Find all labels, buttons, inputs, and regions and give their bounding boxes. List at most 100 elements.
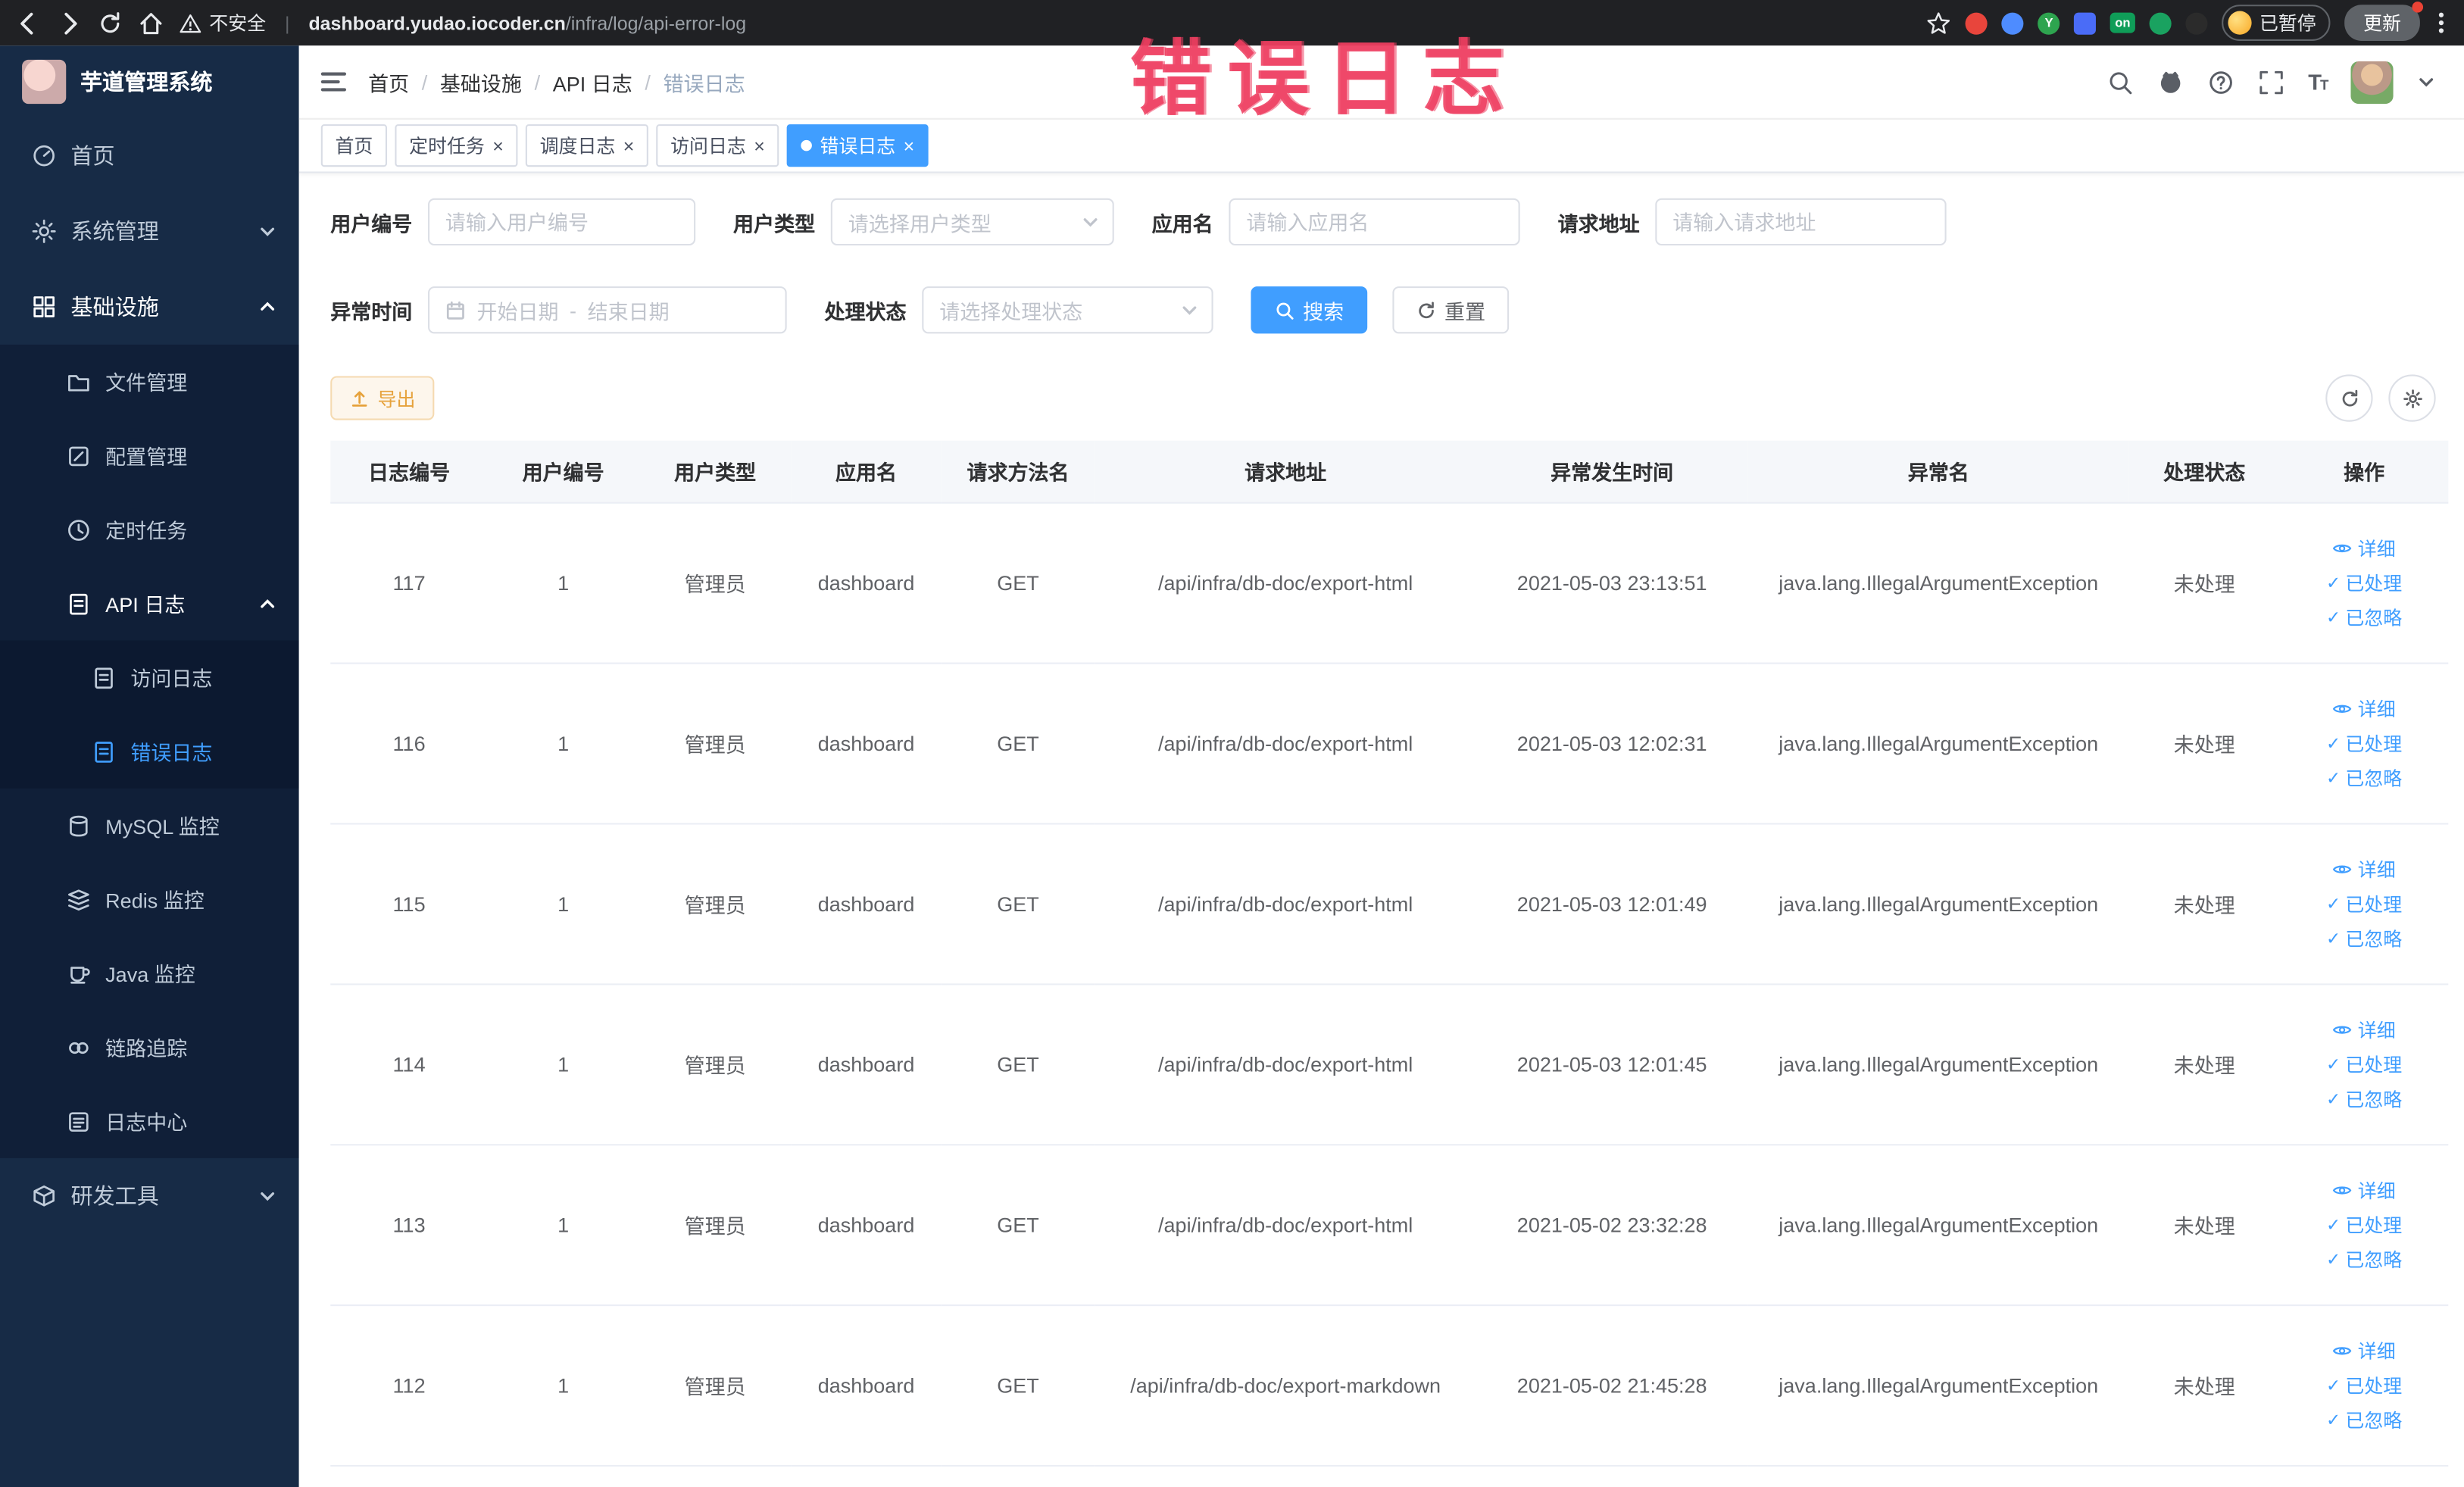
sidebar-item-scheduled-jobs[interactable]: 定时任务 xyxy=(0,492,299,567)
detail-link[interactable]: 详细 xyxy=(2333,535,2396,561)
folder-icon xyxy=(68,374,89,391)
github-icon[interactable] xyxy=(2157,68,2184,95)
help-icon[interactable] xyxy=(2207,68,2234,95)
sidebar-item-access-log[interactable]: 访问日志 xyxy=(0,640,299,714)
extension-icon-blue[interactable] xyxy=(2001,11,2024,34)
chevron-down-icon xyxy=(261,227,275,236)
tab-scheduled-jobs[interactable]: 定时任务 × xyxy=(395,124,518,167)
close-icon[interactable]: × xyxy=(623,136,635,155)
mark-processed-link[interactable]: ✓ 已处理 xyxy=(2326,730,2402,757)
mark-processed-link[interactable]: ✓ 已处理 xyxy=(2326,1051,2402,1078)
tab-dispatch-log[interactable]: 调度日志 × xyxy=(525,124,649,167)
tab-access-log[interactable]: 访问日志 × xyxy=(656,124,779,167)
eye-icon xyxy=(2333,1186,2353,1195)
refresh-icon xyxy=(1419,301,1434,318)
sidebar-item-file-management[interactable]: 文件管理 xyxy=(0,345,299,419)
mark-ignored-link[interactable]: ✓ 已忽略 xyxy=(2326,1246,2402,1273)
sidebar-item-infrastructure[interactable]: 基础设施 xyxy=(0,269,299,345)
mark-processed-link[interactable]: ✓ 已处理 xyxy=(2326,1372,2402,1398)
process-status-select[interactable]: 请选择处理状态 xyxy=(922,286,1213,334)
close-icon[interactable]: × xyxy=(754,136,765,155)
reload-icon[interactable] xyxy=(98,11,123,36)
mark-ignored-link[interactable]: ✓ 已忽略 xyxy=(2326,925,2402,951)
fullscreen-icon[interactable] xyxy=(2258,68,2284,95)
extension-icon-grid[interactable] xyxy=(2074,11,2097,34)
mark-ignored-link[interactable]: ✓ 已忽略 xyxy=(2326,1407,2402,1433)
sidebar-item-redis-monitor[interactable]: Redis 监控 xyxy=(0,862,299,936)
exception-time-range-picker[interactable]: 开始日期 - 结束日期 xyxy=(428,286,787,334)
export-button[interactable]: 导出 xyxy=(330,376,435,420)
check-icon: ✓ xyxy=(2326,1055,2341,1075)
address-bar[interactable]: dashboard.yudao.iocoder.cn/infra/log/api… xyxy=(308,12,1910,34)
sidebar-item-api-log[interactable]: API 日志 xyxy=(0,567,299,641)
user-avatar[interactable] xyxy=(2350,60,2394,104)
close-icon[interactable]: × xyxy=(904,136,915,155)
column-settings-button[interactable] xyxy=(2388,374,2436,422)
breadcrumb-item-api-log[interactable]: API 日志 xyxy=(553,67,632,96)
font-size-icon[interactable]: TT xyxy=(2308,69,2328,94)
chevron-down-icon[interactable] xyxy=(2417,73,2436,92)
mark-ignored-link[interactable]: ✓ 已忽略 xyxy=(2326,604,2402,631)
detail-link[interactable]: 详细 xyxy=(2333,856,2396,883)
back-icon[interactable] xyxy=(16,11,41,36)
mark-ignored-link[interactable]: ✓ 已忽略 xyxy=(2326,765,2402,792)
reset-button[interactable]: 重置 xyxy=(1392,286,1510,334)
forward-icon[interactable] xyxy=(57,11,82,36)
sidebar-toggle-icon[interactable] xyxy=(320,72,347,92)
close-icon[interactable]: × xyxy=(492,136,504,155)
user-type-label: 用户类型 xyxy=(733,211,816,236)
detail-link[interactable]: 详细 xyxy=(2333,1338,2396,1364)
extension-on-badge[interactable]: on xyxy=(2110,12,2135,33)
log-center-icon xyxy=(69,1111,89,1131)
chevron-down-icon xyxy=(1182,306,1197,315)
extension-icon-leaf[interactable] xyxy=(2149,11,2172,34)
sidebar-item-trace[interactable]: 链路追踪 xyxy=(0,1011,299,1085)
mark-ignored-link[interactable]: ✓ 已忽略 xyxy=(2326,1086,2402,1112)
table-row: 114 1 管理员 dashboard GET /api/infra/db-do… xyxy=(330,984,2449,1146)
mark-processed-link[interactable]: ✓ 已处理 xyxy=(2326,1212,2402,1239)
sidebar-item-system[interactable]: 系统管理 xyxy=(0,194,299,270)
sidebar-item-log-center[interactable]: 日志中心 xyxy=(0,1084,299,1158)
tab-error-log[interactable]: 错误日志 × xyxy=(786,124,929,167)
eye-icon xyxy=(2333,1026,2353,1034)
app-logo[interactable]: 芋道管理系统 xyxy=(0,45,299,118)
sidebar-item-error-log[interactable]: 错误日志 xyxy=(0,714,299,789)
breadcrumb-item-infra[interactable]: 基础设施 xyxy=(440,67,522,96)
request-url-input[interactable] xyxy=(1655,198,1947,246)
bookmark-star-icon[interactable] xyxy=(1926,11,1951,36)
sidebar-item-dev-tools[interactable]: 研发工具 xyxy=(0,1158,299,1234)
detail-link[interactable]: 详细 xyxy=(2333,1177,2396,1204)
mark-processed-link[interactable]: ✓ 已处理 xyxy=(2326,570,2402,596)
sidebar-item-home[interactable]: 首页 xyxy=(0,118,299,194)
col-method: 请求方法名 xyxy=(941,440,1095,504)
detail-link[interactable]: 详细 xyxy=(2333,1017,2396,1043)
breadcrumb-item-home[interactable]: 首页 xyxy=(368,67,409,96)
extension-icon-paw[interactable] xyxy=(2185,11,2208,34)
check-icon: ✓ xyxy=(2326,769,2341,789)
tab-home[interactable]: 首页 xyxy=(320,124,388,167)
sidebar-item-config-management[interactable]: 配置管理 xyxy=(0,419,299,493)
browser-menu-icon[interactable] xyxy=(2434,12,2449,33)
table-row: 116 1 管理员 dashboard GET /api/infra/db-do… xyxy=(330,663,2449,825)
extension-icon-green-y[interactable]: Y xyxy=(2038,11,2060,34)
user-type-select[interactable]: 请选择用户类型 xyxy=(830,198,1114,246)
mark-processed-link[interactable]: ✓ 已处理 xyxy=(2326,891,2402,917)
home-icon[interactable] xyxy=(139,11,164,36)
sidebar-item-mysql-monitor[interactable]: MySQL 监控 xyxy=(0,789,299,863)
col-actions: 操作 xyxy=(2280,440,2449,504)
extension-icon-red[interactable] xyxy=(1965,11,1988,34)
app-name-input[interactable] xyxy=(1229,198,1520,246)
date-range-separator: - xyxy=(570,298,577,322)
search-icon[interactable] xyxy=(2106,68,2133,95)
profile-paused-badge[interactable]: 已暂停 xyxy=(2222,5,2331,42)
refresh-table-button[interactable] xyxy=(2325,374,2373,422)
col-request-url: 请求地址 xyxy=(1095,440,1476,504)
sidebar-item-java-monitor[interactable]: Java 监控 xyxy=(0,936,299,1011)
end-date-placeholder: 结束日期 xyxy=(587,299,670,323)
chrome-update-button[interactable]: 更新 xyxy=(2344,2,2424,42)
user-id-input[interactable] xyxy=(428,198,696,246)
security-warning[interactable]: 不安全 xyxy=(180,9,266,36)
search-button[interactable]: 搜索 xyxy=(1251,286,1368,334)
chevron-up-icon xyxy=(261,301,275,311)
detail-link[interactable]: 详细 xyxy=(2333,695,2396,722)
